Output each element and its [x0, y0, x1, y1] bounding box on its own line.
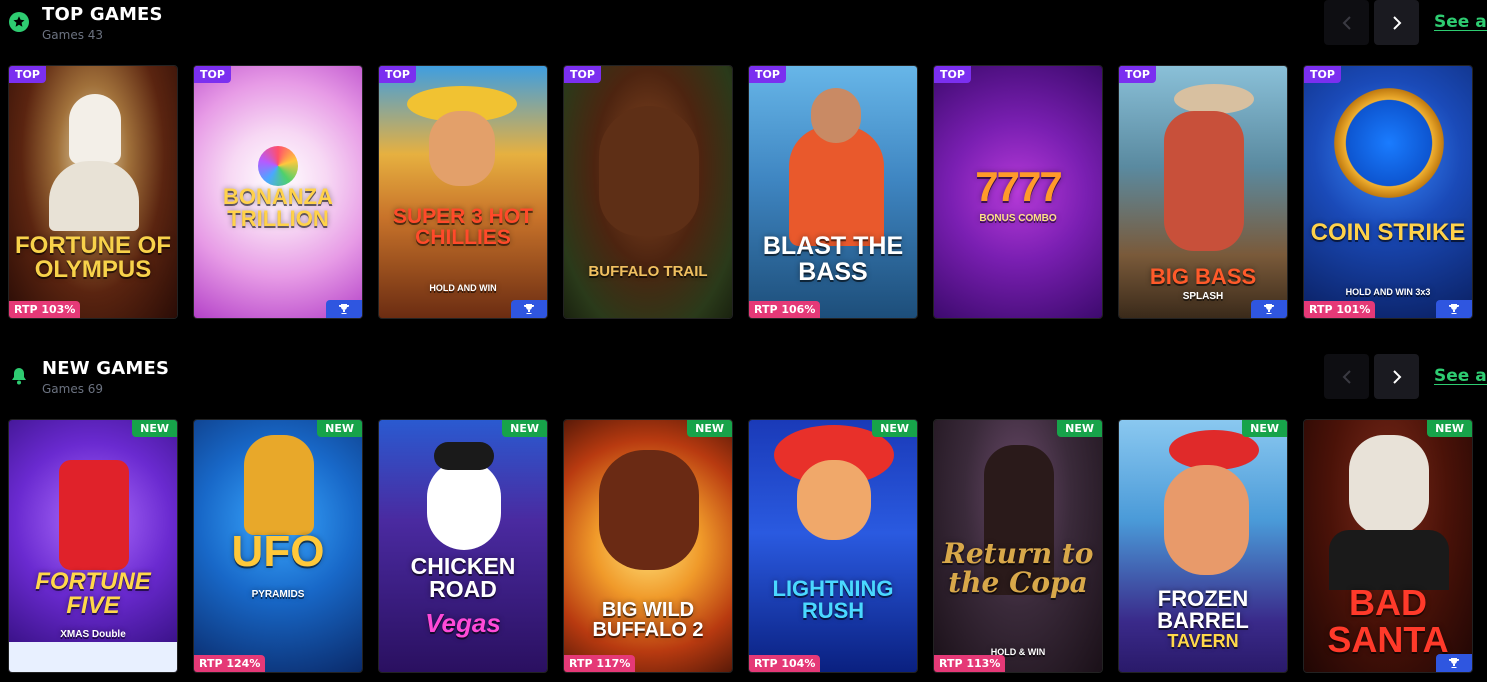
- trophy-icon: [1264, 304, 1274, 314]
- games-row: FORTUNE OF OLYMPUS TOP RTP 103% BONANZA …: [0, 65, 1487, 319]
- new-badge: NEW: [317, 420, 362, 437]
- game-subtitle: TAVERN: [1167, 631, 1239, 651]
- game-card-big-bass-splash[interactable]: BIG BASS SPLASH TOP: [1118, 65, 1288, 319]
- chevron-right-icon: [1392, 15, 1401, 30]
- game-title: BAD SANTA: [1327, 582, 1449, 660]
- top-badge: TOP: [379, 66, 416, 83]
- game-title: Return to the Copa: [942, 537, 1094, 599]
- game-subtitle: Vegas: [425, 608, 501, 638]
- star-icon: [9, 12, 29, 32]
- new-badge: NEW: [1057, 420, 1102, 437]
- chevron-right-icon: [1392, 369, 1401, 384]
- game-title: SUPER 3 HOT CHILLIES: [392, 205, 534, 250]
- game-subtitle: HOLD AND WIN: [429, 283, 497, 293]
- game-card-7777-bonus-combo[interactable]: 7777 BONUS COMBO TOP: [933, 65, 1103, 319]
- game-card-frozen-barrel-tavern[interactable]: FROZEN BARREL TAVERN NEW: [1118, 419, 1288, 673]
- trophy-icon: [1449, 304, 1459, 314]
- trophy-badge: [326, 300, 362, 318]
- games-count: Games 69: [42, 382, 104, 396]
- top-badge: TOP: [749, 66, 786, 83]
- top-badge: TOP: [1119, 66, 1156, 83]
- game-title: COIN STRIKE: [1310, 219, 1466, 246]
- rtp-badge: RTP 106%: [749, 301, 821, 318]
- game-card-ufo-pyramids[interactable]: UFO PYRAMIDS NEW RTP 124%: [193, 419, 363, 673]
- chevron-left-icon: [1342, 15, 1351, 30]
- games-count: Games 43: [42, 28, 104, 42]
- section-title: TOP GAMES: [42, 4, 163, 25]
- prev-button[interactable]: [1324, 354, 1369, 399]
- rtp-badge: RTP 113%: [934, 655, 1006, 672]
- trophy-badge: [1251, 300, 1287, 318]
- top-badge: TOP: [194, 66, 231, 83]
- game-card-fortune-five[interactable]: FORTUNE FIVE XMAS Double NEW: [8, 419, 178, 673]
- rtp-badge: RTP 101%: [1304, 301, 1376, 318]
- game-subtitle: PYRAMIDS: [251, 589, 305, 600]
- new-badge: NEW: [1242, 420, 1287, 437]
- game-card-chicken-road-vegas[interactable]: CHICKEN ROAD Vegas NEW: [378, 419, 548, 673]
- new-badge: NEW: [502, 420, 547, 437]
- top-badge: TOP: [1304, 66, 1341, 83]
- trophy-badge: [1436, 654, 1472, 672]
- game-title: BONANZA TRILLION: [223, 184, 333, 232]
- new-badge: NEW: [132, 420, 177, 437]
- section-title: NEW GAMES: [42, 358, 170, 379]
- game-title: 7777: [975, 163, 1062, 210]
- game-card-super-3-hot-chillies[interactable]: SUPER 3 HOT CHILLIES HOLD AND WIN TOP: [378, 65, 548, 319]
- game-card-buffalo-trail[interactable]: BUFFALO TRAIL TOP: [563, 65, 733, 319]
- chevron-left-icon: [1342, 369, 1351, 384]
- new-badge: NEW: [1427, 420, 1472, 437]
- game-title: FORTUNE FIVE: [35, 568, 151, 620]
- game-title: LIGHTNING RUSH: [772, 576, 894, 624]
- game-card-lightning-rush[interactable]: LIGHTNING RUSH NEW RTP 104%: [748, 419, 918, 673]
- game-title: BIG WILD BUFFALO 2: [592, 599, 704, 642]
- see-all-link[interactable]: See all: [1434, 366, 1487, 386]
- rtp-badge: RTP 103%: [9, 301, 81, 318]
- game-card-coin-strike[interactable]: COIN STRIKE HOLD AND WIN 3x3 TOP RTP 101…: [1303, 65, 1473, 319]
- game-card-blast-the-bass[interactable]: BLAST THE BASS TOP RTP 106%: [748, 65, 918, 319]
- game-title: UFO: [231, 527, 325, 576]
- game-title: BLAST THE BASS: [762, 232, 904, 286]
- game-title: CHICKEN ROAD: [410, 553, 516, 603]
- game-card-return-to-the-copa[interactable]: Return to the Copa HOLD & WIN NEW RTP 11…: [933, 419, 1103, 673]
- game-subtitle: HOLD AND WIN 3x3: [1345, 287, 1431, 297]
- rtp-badge: RTP 124%: [194, 655, 266, 672]
- new-badge: NEW: [872, 420, 917, 437]
- top-badge: TOP: [9, 66, 46, 83]
- game-card-fortune-of-olympus[interactable]: FORTUNE OF OLYMPUS TOP RTP 103%: [8, 65, 178, 319]
- game-title: FROZEN BARREL: [1157, 586, 1249, 634]
- trophy-icon: [524, 304, 534, 314]
- game-card-bad-santa[interactable]: BAD SANTA NEW: [1303, 419, 1473, 673]
- new-badge: NEW: [687, 420, 732, 437]
- top-badge: TOP: [934, 66, 971, 83]
- trophy-badge: [1436, 300, 1472, 318]
- game-subtitle: XMAS Double: [60, 629, 126, 640]
- bell-icon: [12, 368, 26, 385]
- next-button[interactable]: [1374, 354, 1419, 399]
- game-title: BUFFALO TRAIL: [588, 263, 708, 280]
- top-badge: TOP: [564, 66, 601, 83]
- trophy-icon: [1449, 658, 1459, 668]
- games-row: FORTUNE FIVE XMAS Double NEW UFO PYRAMID…: [0, 419, 1487, 673]
- game-subtitle: BONUS COMBO: [979, 213, 1057, 224]
- game-card-bonanza-trillion[interactable]: BONANZA TRILLION TOP: [193, 65, 363, 319]
- trophy-icon: [339, 304, 349, 314]
- rtp-badge: RTP 104%: [749, 655, 821, 672]
- game-card-big-wild-buffalo-2[interactable]: BIG WILD BUFFALO 2 NEW RTP 117%: [563, 419, 733, 673]
- game-title: BIG BASS: [1149, 264, 1257, 289]
- next-button[interactable]: [1374, 0, 1419, 45]
- see-all-link[interactable]: See all: [1434, 12, 1487, 32]
- trophy-badge: [511, 300, 547, 318]
- prev-button[interactable]: [1324, 0, 1369, 45]
- game-title: FORTUNE OF OLYMPUS: [15, 232, 171, 284]
- rtp-badge: RTP 117%: [564, 655, 636, 672]
